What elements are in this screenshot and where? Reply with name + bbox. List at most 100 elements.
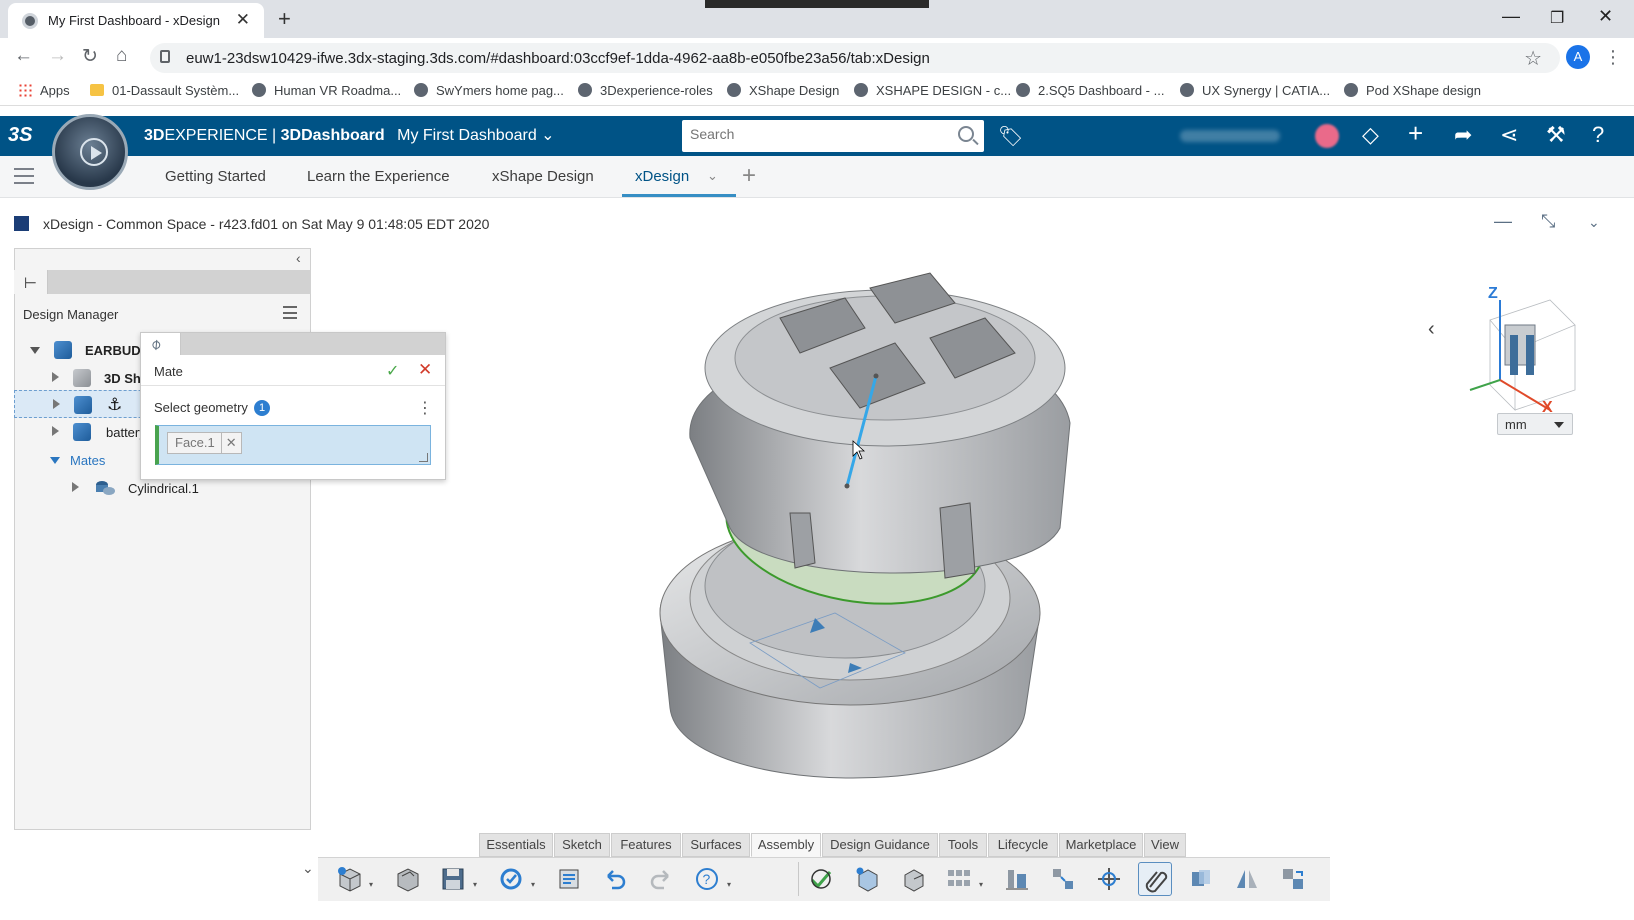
- compass-tools-icon[interactable]: ⚒: [1546, 122, 1566, 148]
- mirror-icon[interactable]: [1230, 862, 1264, 896]
- bookmark-item[interactable]: 3Dexperience-roles: [578, 83, 713, 98]
- replace-icon[interactable]: [1276, 862, 1310, 896]
- tab-learn-the-experience[interactable]: Learn the Experience: [307, 168, 450, 185]
- expand-toggle-icon[interactable]: [72, 482, 79, 492]
- cancel-x-icon[interactable]: ✕: [418, 360, 432, 380]
- save-icon[interactable]: [436, 862, 470, 896]
- new-component-icon[interactable]: [896, 862, 930, 896]
- bookmark-item[interactable]: 2.SQ5 Dashboard - ...: [1016, 83, 1164, 98]
- fix-icon[interactable]: [804, 862, 838, 896]
- remove-chip-icon[interactable]: ✕: [220, 433, 241, 453]
- expand-toggle-icon[interactable]: [50, 457, 60, 464]
- regenerate-icon[interactable]: [494, 862, 528, 896]
- back-icon[interactable]: ←: [14, 45, 33, 67]
- dropdown-icon[interactable]: ▾: [727, 880, 731, 889]
- chevron-left-icon[interactable]: ‹: [1428, 318, 1435, 341]
- tab-chevron-down-icon[interactable]: ⌄: [707, 168, 718, 184]
- mate-tab[interactable]: ⌀: [141, 333, 181, 355]
- tree-tab[interactable]: ⊢: [14, 270, 48, 294]
- expand-toggle-icon[interactable]: [30, 347, 40, 354]
- tab-getting-started[interactable]: Getting Started: [165, 168, 266, 185]
- add-icon[interactable]: +: [1408, 118, 1423, 149]
- tab-essentials[interactable]: Essentials: [479, 833, 553, 857]
- share-arrow-icon[interactable]: ➦: [1454, 122, 1472, 148]
- tab-features[interactable]: Features: [611, 833, 681, 857]
- notification-icon[interactable]: ◇: [1362, 122, 1379, 148]
- tab-lifecycle[interactable]: Lifecycle: [988, 833, 1058, 857]
- help-icon[interactable]: ?: [1592, 122, 1604, 148]
- profile-avatar[interactable]: A: [1566, 45, 1590, 69]
- home-icon[interactable]: ⌂: [116, 45, 127, 67]
- browser-tab[interactable]: My First Dashboard - xDesign ✕: [8, 3, 264, 38]
- dropdown-icon[interactable]: ▾: [473, 880, 477, 889]
- chevron-down-icon[interactable]: ⌄: [541, 127, 554, 144]
- tab-xshape-design[interactable]: xShape Design: [492, 168, 594, 185]
- expand-toggle-icon[interactable]: [52, 372, 59, 382]
- url-text[interactable]: euw1-23dsw10429-ifwe.3dx-staging.3ds.com…: [186, 50, 930, 67]
- bookmark-item[interactable]: 01-Dassault Systèm...: [90, 83, 239, 98]
- dashboard-name[interactable]: My First Dashboard: [397, 127, 537, 144]
- tab-view[interactable]: View: [1144, 833, 1186, 857]
- tab-sketch[interactable]: Sketch: [554, 833, 610, 857]
- pattern-icon[interactable]: [942, 862, 976, 896]
- bookmark-item[interactable]: XShape Design: [727, 83, 839, 98]
- bookmark-apps[interactable]: Apps: [18, 83, 70, 98]
- tab-tools[interactable]: Tools: [939, 833, 987, 857]
- add-tab-icon[interactable]: +: [742, 162, 756, 190]
- user-name[interactable]: [1180, 130, 1280, 142]
- restore-window-icon[interactable]: ❐: [1550, 8, 1564, 28]
- interference-icon[interactable]: [1184, 862, 1218, 896]
- bookmark-item[interactable]: Pod XShape design: [1344, 83, 1481, 98]
- expand-toggle-icon[interactable]: [53, 399, 60, 409]
- tab-assembly[interactable]: Assembly: [751, 833, 821, 857]
- open-icon[interactable]: [390, 862, 424, 896]
- minimize-window-icon[interactable]: —: [1502, 6, 1520, 27]
- bookmark-star-icon[interactable]: ☆: [1524, 46, 1542, 71]
- address-bar[interactable]: euw1-23dsw10429-ifwe.3dx-staging.3ds.com…: [150, 43, 1560, 73]
- view-triad[interactable]: Z X: [1460, 280, 1590, 420]
- confirm-check-icon[interactable]: ✓: [386, 361, 399, 381]
- tag-icon[interactable]: 🏷: [998, 124, 1023, 149]
- unit-select[interactable]: mm: [1497, 413, 1573, 435]
- selection-chip[interactable]: Face.1 ✕: [167, 432, 242, 454]
- bookmark-item[interactable]: UX Synergy | CATIA...: [1180, 83, 1330, 98]
- compass-widget[interactable]: [52, 114, 128, 190]
- bookmark-item[interactable]: Human VR Roadma...: [252, 83, 401, 98]
- earbud-3d-model[interactable]: [640, 258, 1160, 798]
- explode-icon[interactable]: [1046, 862, 1080, 896]
- hamburger-menu-icon[interactable]: [14, 168, 34, 184]
- reload-icon[interactable]: ↻: [82, 45, 98, 68]
- search-icon[interactable]: [958, 126, 974, 142]
- browser-menu-icon[interactable]: ⋮: [1604, 47, 1622, 68]
- new-part-icon[interactable]: [332, 862, 366, 896]
- tab-marketplace[interactable]: Marketplace: [1059, 833, 1143, 857]
- tab-design-guidance[interactable]: Design Guidance: [822, 833, 938, 857]
- expand-toggle-icon[interactable]: [52, 426, 59, 436]
- help-icon[interactable]: ?: [690, 862, 724, 896]
- align-icon[interactable]: [1000, 862, 1034, 896]
- panel-menu-icon[interactable]: [283, 306, 297, 319]
- dropdown-icon[interactable]: ▾: [979, 880, 983, 889]
- bookmark-item[interactable]: XSHAPE DESIGN - c...: [854, 83, 1011, 98]
- forward-icon[interactable]: →: [48, 45, 67, 67]
- move-icon[interactable]: [1092, 862, 1126, 896]
- close-window-icon[interactable]: ✕: [1598, 6, 1613, 27]
- bookmark-item[interactable]: SwYmers home pag...: [414, 83, 564, 98]
- close-tab-icon[interactable]: ✕: [236, 10, 250, 30]
- dropdown-icon[interactable]: ▾: [531, 880, 535, 889]
- avatar[interactable]: [1315, 124, 1339, 148]
- tab-xdesign[interactable]: xDesign: [635, 168, 689, 185]
- tab-surfaces[interactable]: Surfaces: [682, 833, 750, 857]
- undo-icon[interactable]: [598, 862, 632, 896]
- share-network-icon[interactable]: ⋖: [1500, 122, 1518, 148]
- dropdown-icon[interactable]: ▾: [369, 880, 373, 889]
- collapse-icon[interactable]: ⤡: [1541, 211, 1555, 232]
- insert-component-icon[interactable]: [850, 862, 884, 896]
- minimize-icon[interactable]: —: [1494, 211, 1512, 232]
- collapse-toolbar-icon[interactable]: ⌄: [302, 860, 314, 877]
- mate-icon[interactable]: [1138, 862, 1172, 896]
- resize-handle[interactable]: [419, 453, 428, 462]
- chevron-down-icon[interactable]: ⌄: [1588, 214, 1600, 231]
- search-input[interactable]: [690, 126, 930, 142]
- new-tab-icon[interactable]: +: [278, 6, 291, 32]
